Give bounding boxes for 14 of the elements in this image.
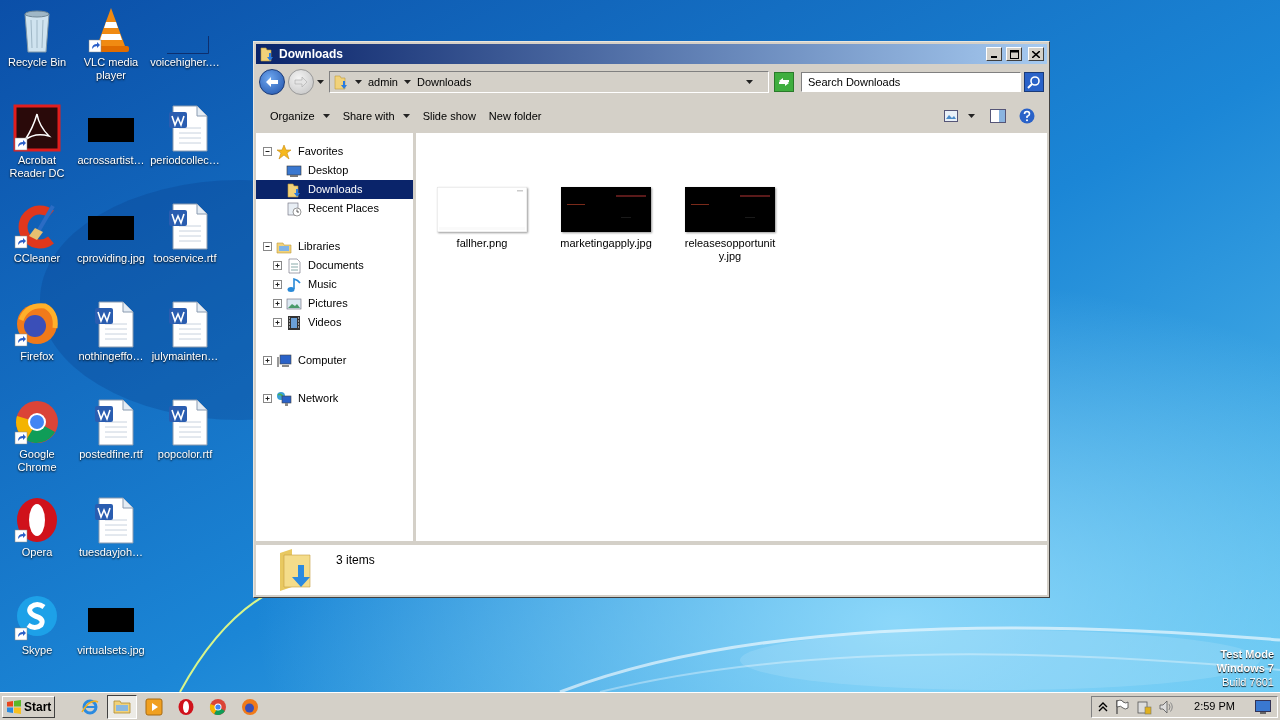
windows-flag-icon bbox=[6, 698, 22, 715]
internet-explorer-icon bbox=[81, 697, 100, 716]
flag-icon[interactable] bbox=[1114, 698, 1131, 715]
clock[interactable]: 2:59 PM bbox=[1194, 698, 1235, 715]
opera-icon bbox=[177, 697, 196, 716]
show-desktop-icon[interactable] bbox=[1255, 699, 1271, 714]
start-button[interactable]: Start bbox=[2, 695, 56, 718]
show-hidden-icons-icon[interactable] bbox=[1098, 700, 1109, 713]
firefox-icon bbox=[241, 697, 260, 716]
chrome-icon bbox=[209, 697, 228, 716]
speaker-icon[interactable] bbox=[1158, 698, 1175, 715]
taskbar-app-button[interactable] bbox=[107, 694, 138, 719]
media-player-icon bbox=[145, 697, 164, 716]
folder-icon bbox=[113, 697, 132, 716]
